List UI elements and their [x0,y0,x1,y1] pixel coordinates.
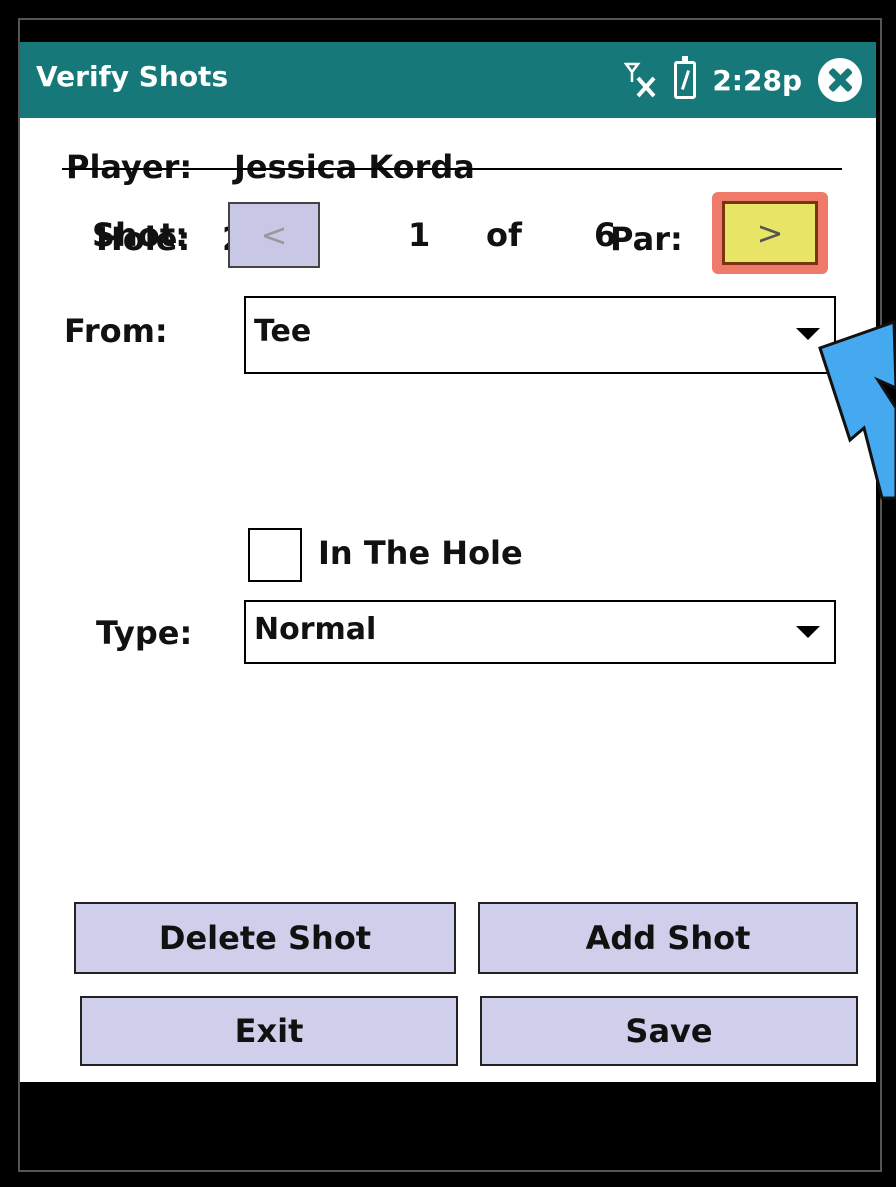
in-the-hole-checkbox[interactable] [248,528,302,582]
in-the-hole-label: In The Hole [318,534,523,572]
type-value: Normal [254,612,377,647]
previous-shot-button[interactable]: < [228,202,320,268]
add-shot-button[interactable]: Add Shot [478,902,858,974]
annotation-arrow-icon [818,319,896,500]
type-label: Type: [96,614,193,652]
from-label: From: [64,312,168,350]
from-dropdown[interactable]: Tee [244,296,836,374]
clock-time: 2:28p [712,63,802,97]
exit-button[interactable]: Exit [80,996,458,1066]
from-value: Tee [254,314,312,349]
par-label: Par: [610,220,683,258]
shot-of-label: of [486,216,522,254]
shot-label: Shot: [92,216,188,254]
delete-shot-button[interactable]: Delete Shot [74,902,456,974]
type-dropdown[interactable]: Normal [244,600,836,664]
device-frame: Verify Shots 2:28p Player: Jessica Korda… [0,0,896,1187]
close-icon[interactable] [818,58,862,102]
next-shot-button[interactable]: > [722,201,818,265]
bottom-menu-bar [20,1082,876,1166]
chevron-down-icon [796,626,820,638]
status-area: 2:28p [624,54,862,106]
window-title: Verify Shots [36,60,229,93]
battery-icon [674,56,697,99]
title-bar: Verify Shots 2:28p [20,42,876,118]
antenna-no-signal-icon [624,62,656,98]
player-label: Player: [66,148,193,186]
save-button[interactable]: Save [480,996,858,1066]
next-shot-highlight: > [712,192,828,274]
shot-current: 1 [408,216,431,254]
shot-total: 6 [594,216,617,254]
player-name: Jessica Korda [234,148,475,186]
divider [62,168,842,170]
